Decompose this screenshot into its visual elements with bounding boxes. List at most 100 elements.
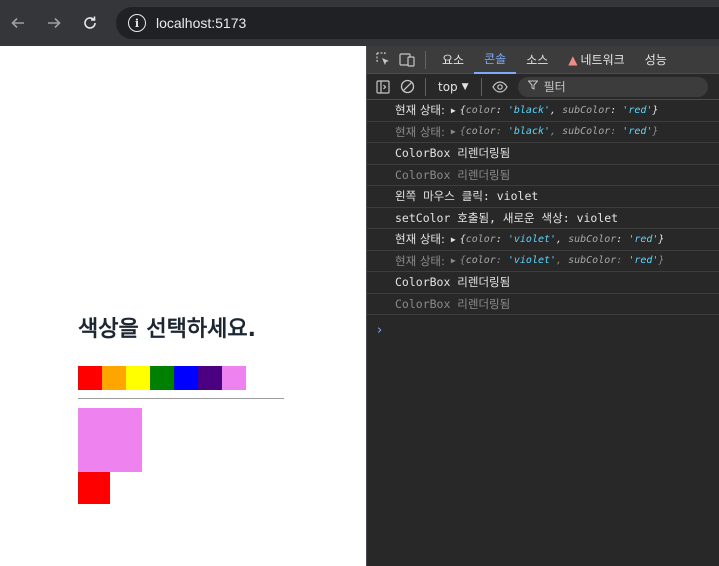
address-bar[interactable]: i localhost:5173 (116, 7, 719, 39)
object-punctuation: } (652, 104, 659, 116)
devtools-tabbar: 요소 콘솔 소스 ▲ 네트워크 성능 (367, 46, 719, 74)
console-toolbar: top ▼ 필터 (367, 74, 719, 100)
sub-color-box[interactable] (78, 472, 110, 504)
object-key: color (465, 233, 496, 245)
console-message-text: ColorBox 리렌더링됨 (395, 167, 511, 182)
object-punctuation: } (658, 233, 665, 245)
tab-elements[interactable]: 요소 (432, 46, 474, 74)
info-icon[interactable]: i (128, 14, 146, 32)
object-value: 'black' (507, 104, 551, 116)
arrow-right-icon (48, 17, 61, 29)
console-message-text: ColorBox 리렌더링됨 (395, 275, 511, 290)
object-value: 'violet' (507, 255, 557, 267)
color-swatch[interactable] (102, 366, 126, 390)
filter-input[interactable]: 필터 (517, 76, 708, 97)
console-message: 현재 상태: ▶ {color: 'black', subColor: 'red'} (367, 122, 719, 143)
tab-sources[interactable]: 소스 (516, 46, 558, 74)
tab-performance[interactable]: 성능 (635, 46, 677, 74)
filter-placeholder: 필터 (543, 80, 566, 94)
object-punctuation: } (658, 255, 665, 267)
object-punctuation: : (616, 233, 629, 245)
console-output: 현재 상태: ▶ {color: 'black', subColor: 'red'}… (367, 100, 719, 338)
console-message: setColor 호출됨, 새로운 색상: violet (367, 208, 719, 229)
console-object-preview[interactable]: {color: 'black', subColor: 'red'} (460, 105, 659, 116)
context-value: top (438, 79, 458, 94)
console-object-preview[interactable]: {color: 'black', subColor: 'red'} (460, 126, 659, 137)
console-message-text: setColor 호출됨, 새로운 색상: violet (395, 210, 619, 225)
color-swatch[interactable] (198, 366, 222, 390)
object-punctuation: , (550, 104, 563, 116)
color-swatch[interactable] (174, 366, 198, 390)
console-object-preview[interactable]: {color: 'violet', subColor: 'red'} (460, 255, 665, 266)
console-message: ColorBox 리렌더링됨 (367, 294, 719, 315)
object-value: 'red' (622, 104, 653, 116)
divider (78, 398, 284, 399)
eye-icon[interactable] (488, 75, 512, 99)
console-message: 왼쪽 마우스 클릭: violet (367, 186, 719, 208)
object-value: 'black' (507, 126, 551, 138)
console-object-preview[interactable]: {color: 'violet', subColor: 'red'} (460, 234, 665, 245)
color-swatch[interactable] (126, 366, 150, 390)
console-message-label: 현재 상태: (395, 124, 445, 139)
console-message: ColorBox 리렌더링됨 (367, 165, 719, 186)
sidebar-toggle-icon[interactable] (371, 75, 395, 99)
page-title: 색상을 선택하세요. (78, 317, 256, 342)
reload-button[interactable] (72, 5, 108, 41)
tab-network[interactable]: ▲ 네트워크 (558, 46, 634, 74)
object-punctuation: : (610, 126, 623, 138)
page-viewport: 색상을 선택하세요. (0, 46, 366, 566)
object-punctuation: , (550, 126, 563, 138)
forward-button[interactable] (36, 5, 72, 41)
object-punctuation: : (495, 255, 508, 267)
object-punctuation: : (616, 255, 629, 267)
browser-toolbar: i localhost:5173 (0, 0, 719, 46)
tab-console[interactable]: 콘솔 (474, 46, 517, 74)
object-value: 'red' (628, 255, 659, 267)
console-message: 현재 상태: ▶ {color: 'black', subColor: 'red'} (367, 100, 719, 122)
color-swatch[interactable] (78, 366, 102, 390)
reload-icon (84, 16, 96, 29)
tab-network-label: 네트워크 (580, 53, 625, 67)
console-message-text: ColorBox 리렌더링됨 (395, 146, 511, 161)
console-message-text: ColorBox 리렌더링됨 (395, 296, 511, 311)
color-palette (78, 366, 246, 390)
object-key: color (465, 255, 496, 267)
filter-icon (526, 80, 539, 93)
inspect-element-icon[interactable] (371, 48, 395, 72)
devtools-panel: 요소 콘솔 소스 ▲ 네트워크 성능 top ▼ 필터 현재 상태: ▶ {color:… (366, 46, 719, 566)
object-key: subColor (562, 104, 611, 116)
expand-arrow-icon[interactable]: ▶ (451, 127, 456, 136)
object-key: subColor (568, 233, 617, 245)
url-text[interactable]: localhost:5173 (156, 15, 246, 31)
warning-icon: ▲ (568, 52, 578, 67)
separator (425, 77, 426, 96)
expand-arrow-icon[interactable]: ▶ (451, 235, 456, 244)
expand-arrow-icon[interactable]: ▶ (451, 256, 456, 265)
object-value: 'red' (622, 126, 653, 138)
separator (480, 77, 482, 96)
object-punctuation: , (556, 233, 569, 245)
console-message-label: 현재 상태: (395, 253, 445, 268)
color-swatch[interactable] (222, 366, 246, 390)
console-message: ColorBox 리렌더링됨 (367, 272, 719, 294)
object-key: color (465, 126, 496, 138)
context-select[interactable]: top ▼ (432, 80, 475, 94)
clear-console-icon[interactable] (395, 75, 419, 99)
back-button[interactable] (0, 5, 36, 41)
object-punctuation: : (495, 126, 508, 138)
console-message: 현재 상태: ▶ {color: 'violet', subColor: 'red'… (367, 229, 719, 251)
object-punctuation: : (495, 104, 508, 116)
console-message: 현재 상태: ▶ {color: 'violet', subColor: 'red'… (367, 251, 719, 272)
console-prompt[interactable]: › (367, 323, 719, 338)
object-punctuation: , (556, 255, 569, 267)
object-value: 'red' (628, 233, 659, 245)
device-toolbar-icon[interactable] (395, 48, 419, 72)
arrow-left-icon (11, 17, 24, 29)
color-swatch[interactable] (150, 366, 174, 390)
console-message-text: 왼쪽 마우스 클릭: violet (395, 189, 539, 204)
object-punctuation: : (610, 104, 623, 116)
color-box[interactable] (78, 408, 142, 472)
console-message-label: 현재 상태: (395, 232, 445, 247)
object-punctuation: : (495, 233, 508, 245)
expand-arrow-icon[interactable]: ▶ (451, 106, 456, 115)
